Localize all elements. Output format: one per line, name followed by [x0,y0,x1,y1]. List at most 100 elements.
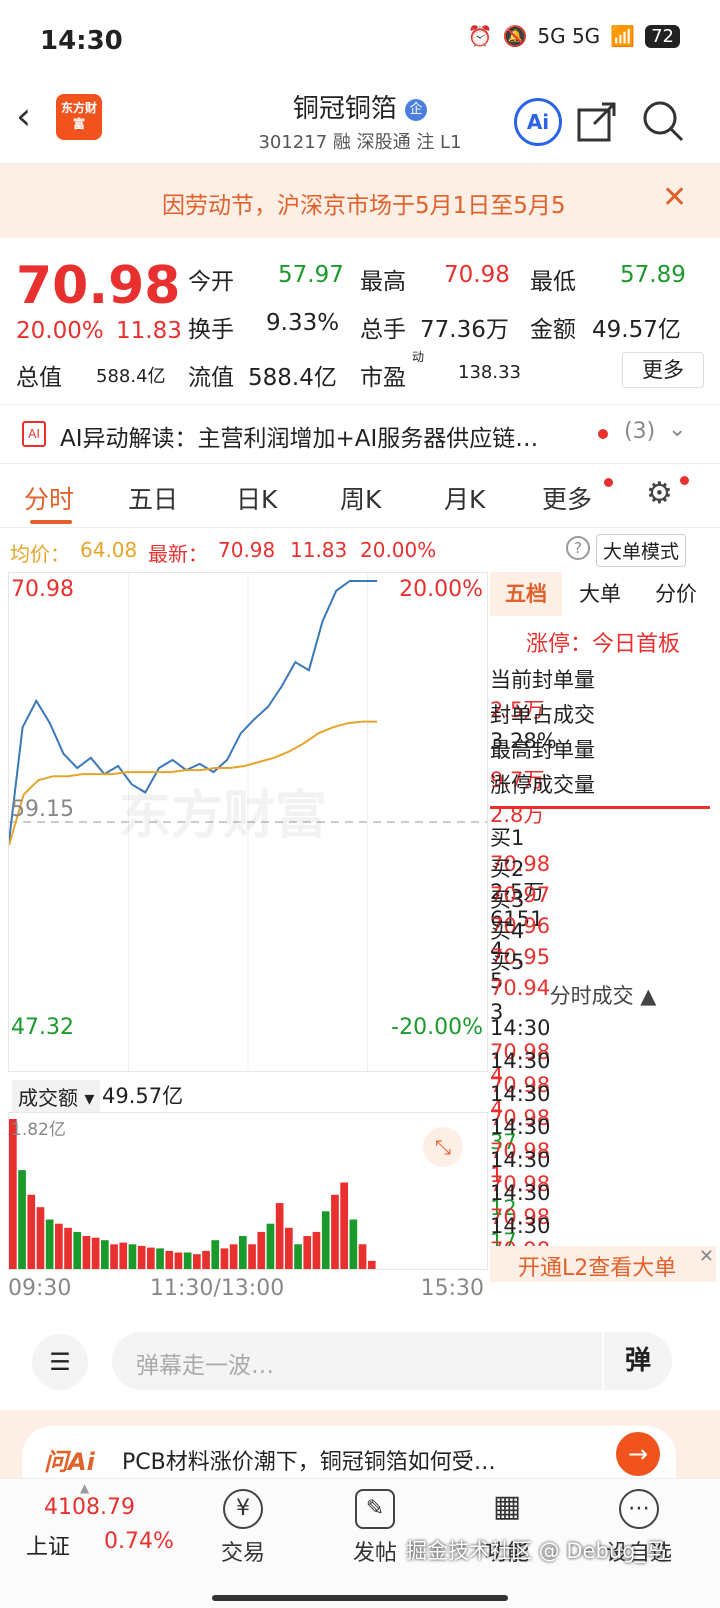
volume-bar [36,1207,45,1269]
more-dots-icon: ⋯ [619,1489,659,1529]
close-icon[interactable]: ✕ [662,180,687,215]
ai-banner-card: 问Ai PCB材料涨价潮下，铜冠铜箔如何受… → [22,1426,676,1486]
bid-row: 买2 70.97 6151 [490,853,716,931]
ai-insight-row[interactable]: AI AI异动解读：主营利润增加+AI服务器供应链… (3) ⌄ [0,404,720,464]
chart-tabs: 分时 五日 日K 周K 月K 更多 ⚙ [0,464,720,528]
status-icons: ⏰ 🔕 5G 5G 📶 72 [468,24,680,48]
tab-intraday[interactable]: 分时 [24,480,74,516]
tick-time: 14:30 [490,1181,551,1205]
amount-label: 金额 [530,317,576,343]
y-mid-price: 59.15 [11,797,74,822]
share-icon[interactable] [576,100,618,142]
volume-bar [64,1227,72,1269]
stat-label: 最高封单量 [490,738,595,762]
verified-icon: 企 [405,98,428,121]
bid-label: 买5 [490,950,525,974]
tab-more[interactable]: 更多 [542,480,592,516]
watermark: 东方财富 [119,786,328,846]
edit-icon: ✎ [355,1489,395,1529]
grid-icon: ▦ [492,1489,522,1524]
l2-text: 开通L2查看大单 [518,1256,677,1281]
mktcap-label: 总值 [16,365,62,391]
notice-text: 因劳动节，沪深京市场于5月1日至5月5 [162,193,566,219]
tick-time: 14:30 [490,1049,551,1073]
tab-big-order[interactable]: 大单 [562,572,638,616]
help-icon[interactable]: ? [566,536,590,560]
footer-watermark: 掘金技术社区 @ Debug_马 [406,1539,667,1563]
ticks-title[interactable]: 分时成交 ▲ [490,980,716,1010]
barrage-button[interactable]: 弹 [604,1332,672,1390]
volume-bar [128,1244,137,1269]
signal-icon: 5G 5G [537,24,601,48]
holiday-notice[interactable]: 因劳动节，沪深京市场于5月1日至5月5 ✕ [0,164,720,238]
tab-monthly-k[interactable]: 月K [444,480,485,516]
tab-price-dist[interactable]: 分价 [638,572,714,616]
volume-chart-svg [9,1119,376,1269]
pe-value: 138.33 [458,362,521,383]
index-pct[interactable]: 0.74% [104,1529,174,1554]
ai-banner[interactable]: 问Ai PCB材料涨价潮下，铜冠铜箔如何受… → [0,1410,720,1486]
tab-five-levels[interactable]: 五档 [490,572,562,616]
volume-bar [82,1236,91,1269]
open-label: 今开 [188,269,234,295]
more-dot [604,478,613,487]
volume-bar [220,1248,229,1269]
search-icon[interactable] [640,98,686,144]
tick-row: 14:30 70.98 37 [490,1082,716,1154]
settings-dot [680,476,689,485]
stat-label: 封单占成交 [490,703,595,727]
barrage-input[interactable]: 弹幕走一波… [112,1332,602,1390]
ai-banner-logo: 问Ai [44,1448,95,1476]
index-name[interactable]: 上证 [26,1529,70,1561]
battery-icon: 72 [645,24,680,48]
nav-trade[interactable]: ¥ 交易 [198,1489,288,1567]
l2-close-icon[interactable]: ✕ [699,1246,714,1267]
volume-bar [266,1223,275,1269]
stat-row: 封单占成交 3.28% [490,699,716,753]
volume-chart[interactable]: 1.82亿 ⤡ [8,1112,488,1270]
more-button[interactable]: 更多 [622,352,704,388]
stat-row: 涨停成交量 2.8万 [490,769,716,827]
bid-row: 买1 70.98 2.5万 [490,822,716,904]
volume-total: 49.57亿 [102,1084,184,1108]
volume-selector[interactable]: 成交额 ▾ [12,1080,101,1113]
expand-icon[interactable]: ⤡ [423,1127,463,1167]
volume-bar [91,1237,100,1269]
tab-underline [30,520,72,524]
tab-daily-k[interactable]: 日K [236,480,277,516]
l2-banner[interactable]: 开通L2查看大单 ✕ [490,1246,716,1282]
high-value: 70.98 [444,262,510,288]
tab-weekly-k[interactable]: 周K [340,480,381,516]
volume-bar [312,1231,321,1269]
unread-dot [598,429,608,439]
arrow-right-icon[interactable]: → [616,1432,660,1476]
change-pct: 20.00% [16,318,104,344]
quote-panel: 70.98 20.00% 11.83 今开 57.97 最高 70.98 最低 … [0,238,720,404]
status-time: 14:30 [40,26,123,56]
volume-bar [321,1211,330,1269]
low-value: 57.89 [620,262,686,288]
barrage-list-icon[interactable]: ☰ [32,1334,88,1390]
divider [490,806,710,809]
home-indicator[interactable] [212,1595,508,1601]
tab-five-day[interactable]: 五日 [128,480,178,516]
volume-bar [174,1252,183,1269]
stat-label: 涨停成交量 [490,773,595,797]
index-value[interactable]: 4108.79 [44,1495,135,1520]
ai-button[interactable]: Ai [514,98,562,146]
volume-bar [303,1236,312,1269]
alarm-icon: ⏰ [467,24,493,48]
settings-gear-icon[interactable]: ⚙ [646,476,673,511]
volume-bar [349,1219,358,1269]
intraday-chart[interactable]: 70.98 20.00% 59.15 47.32 -20.00% 东方财富 [8,572,488,1072]
volume-bar [18,1170,26,1269]
volume-bar [358,1244,367,1269]
volume-bar [147,1247,155,1269]
stat-row: 最高封单量 9.7万 [490,734,716,792]
tick-time: 14:30 [490,1115,551,1139]
tick-row: 14:30 70.98 4 [490,1049,716,1121]
big-order-mode-button[interactable]: 大单模式 [596,534,687,567]
volume-bar [137,1245,146,1269]
latest-change: 11.83 [290,538,348,562]
latest-pct: 20.00% [360,538,437,562]
